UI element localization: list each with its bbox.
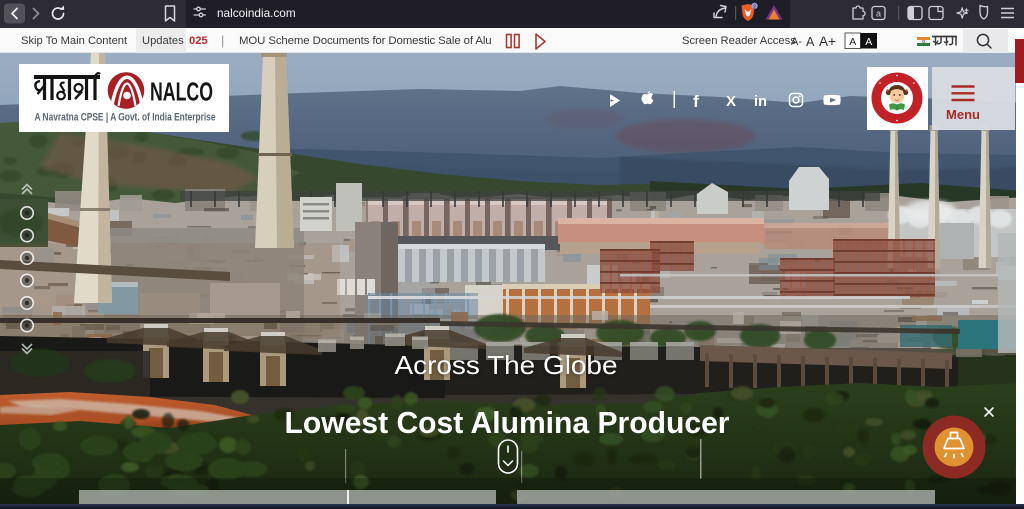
svg-text:in: in [754,94,767,110]
svg-text:Across The Globe: Across The Globe [395,350,618,380]
svg-text:NALCO: NALCO [150,77,213,107]
svg-text:2: 2 [753,4,756,10]
svg-text:A Navratna CPSE | A Govt. of I: A Navratna CPSE | A Govt. of India Enter… [35,112,216,124]
svg-text:X: X [726,93,736,110]
svg-text:A: A [849,36,856,48]
svg-text:Menu: Menu [946,107,980,122]
svg-text:f: f [693,92,699,111]
svg-text:nalcoindia.com: nalcoindia.com [217,6,296,20]
svg-text:Lowest Cost Alumina Producer: Lowest Cost Alumina Producer [285,405,730,440]
svg-text:a: a [876,9,881,19]
svg-text:A: A [865,36,872,48]
